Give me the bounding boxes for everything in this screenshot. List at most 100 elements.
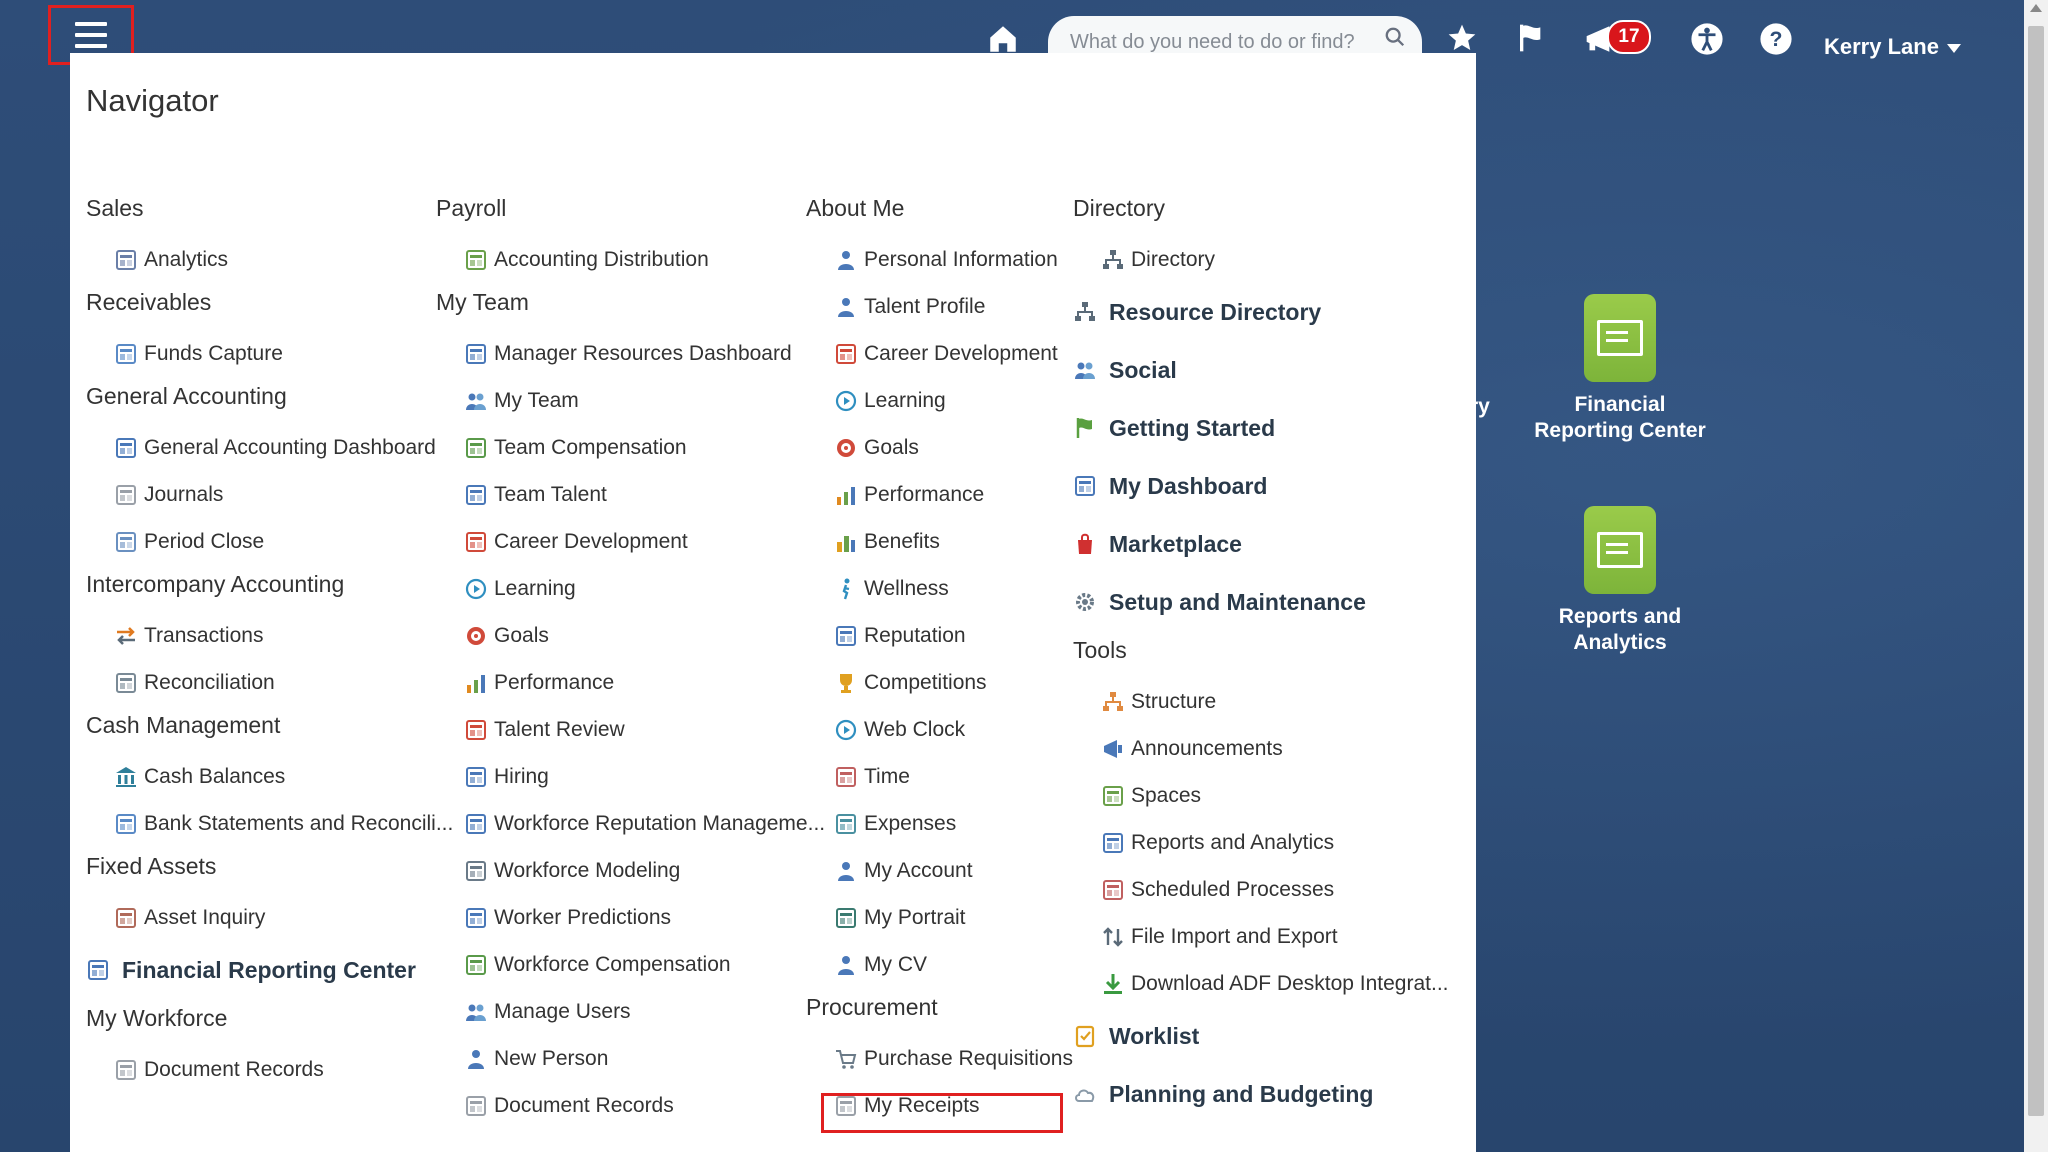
- nav-item-performance[interactable]: Performance: [436, 659, 825, 706]
- nav-item-document-records[interactable]: Document Records: [86, 1046, 453, 1093]
- nav-item-label: Manager Resources Dashboard: [494, 341, 792, 365]
- tile-financial-reporting-center[interactable]: Financial Reporting Center: [1530, 294, 1710, 444]
- help-icon[interactable]: ?: [1758, 22, 1794, 58]
- nav-item-reputation[interactable]: Reputation: [806, 612, 1073, 659]
- nav-item-performance[interactable]: Performance: [806, 471, 1073, 518]
- navigator-column-2: Payroll Accounting Distribution My Team Man…: [436, 189, 825, 1129]
- nav-item-talent-review[interactable]: Talent Review: [436, 706, 825, 753]
- nav-item-purchase-requisitions[interactable]: Purchase Requisitions: [806, 1035, 1073, 1082]
- nav-item-expenses[interactable]: Expenses: [806, 800, 1073, 847]
- accounting-distribution-icon: [464, 248, 488, 272]
- nav-item-personal-information[interactable]: Personal Information: [806, 236, 1073, 283]
- nav-group-heading: Cash Management: [86, 712, 281, 738]
- period-close-icon: [114, 530, 138, 554]
- document-icon: [464, 1094, 488, 1118]
- nav-item-worker-predictions[interactable]: Worker Predictions: [436, 894, 825, 941]
- nav-group-heading: Procurement: [806, 994, 938, 1020]
- scroll-up-arrow-icon[interactable]: [2030, 4, 2042, 12]
- nav-item-spaces[interactable]: Spaces: [1073, 772, 1449, 819]
- nav-item-career-development[interactable]: Career Development: [436, 518, 825, 565]
- nav-item-label: Getting Started: [1109, 414, 1276, 441]
- user-menu[interactable]: Kerry Lane: [1824, 34, 1961, 60]
- nav-item-learning[interactable]: Learning: [806, 377, 1073, 424]
- scroll-thumb[interactable]: [2028, 26, 2044, 1116]
- nav-item-structure[interactable]: Structure: [1073, 678, 1449, 725]
- search-input[interactable]: [1068, 30, 1372, 55]
- nav-item-team-talent[interactable]: Team Talent: [436, 471, 825, 518]
- nav-item-workforce-reputation-manageme[interactable]: Workforce Reputation Manageme...: [436, 800, 825, 847]
- search-icon[interactable]: [1384, 26, 1406, 48]
- nav-item-label: Talent Profile: [864, 294, 986, 318]
- nav-item-label: Goals: [864, 435, 919, 459]
- nav-item-setup-and-maintenance[interactable]: Setup and Maintenance: [1073, 573, 1449, 631]
- nav-item-announcements[interactable]: Announcements: [1073, 725, 1449, 772]
- nav-item-journals[interactable]: Journals: [86, 471, 453, 518]
- nav-item-period-close[interactable]: Period Close: [86, 518, 453, 565]
- nav-item-label: Learning: [864, 388, 946, 412]
- nav-item-transactions[interactable]: Transactions: [86, 612, 453, 659]
- nav-item-resource-directory[interactable]: Resource Directory: [1073, 283, 1449, 341]
- nav-item-my-portrait[interactable]: My Portrait: [806, 894, 1073, 941]
- nav-item-hiring[interactable]: Hiring: [436, 753, 825, 800]
- nav-item-my-team[interactable]: My Team: [436, 377, 825, 424]
- nav-item-reconciliation[interactable]: Reconciliation: [86, 659, 453, 706]
- nav-item-label: Marketplace: [1109, 530, 1242, 557]
- nav-item-label: Planning and Budgeting: [1109, 1080, 1374, 1107]
- nav-group-tools: Tools Structure Announcements Spaces Reports…: [1073, 631, 1449, 1007]
- page-scrollbar[interactable]: [2024, 0, 2048, 1152]
- nav-item-talent-profile[interactable]: Talent Profile: [806, 283, 1073, 330]
- nav-item-getting-started[interactable]: Getting Started: [1073, 399, 1449, 457]
- nav-group-directory: Directory Directory: [1073, 189, 1449, 283]
- nav-item-funds-capture[interactable]: Funds Capture: [86, 330, 453, 377]
- nav-item-scheduled-processes[interactable]: Scheduled Processes: [1073, 866, 1449, 913]
- nav-item-financial-reporting-center[interactable]: Financial Reporting Center: [86, 941, 453, 999]
- nav-item-workforce-modeling[interactable]: Workforce Modeling: [436, 847, 825, 894]
- nav-item-manager-resources-dashboard[interactable]: Manager Resources Dashboard: [436, 330, 825, 377]
- nav-item-document-records[interactable]: Document Records: [436, 1082, 825, 1129]
- nav-item-worklist[interactable]: Worklist: [1073, 1007, 1449, 1065]
- nav-item-file-import-and-export[interactable]: File Import and Export: [1073, 913, 1449, 960]
- hamburger-icon: [75, 22, 107, 48]
- nav-item-my-cv[interactable]: My CV: [806, 941, 1073, 988]
- nav-item-reports-and-analytics[interactable]: Reports and Analytics: [1073, 819, 1449, 866]
- dashboard-icon: [114, 436, 138, 460]
- nav-item-goals[interactable]: Goals: [806, 424, 1073, 471]
- nav-item-workforce-compensation[interactable]: Workforce Compensation: [436, 941, 825, 988]
- nav-item-label: Team Compensation: [494, 435, 687, 459]
- nav-item-directory[interactable]: Directory: [1073, 236, 1449, 283]
- nav-item-wellness[interactable]: Wellness: [806, 565, 1073, 612]
- notification-count-badge[interactable]: 17: [1607, 20, 1651, 54]
- nav-item-manage-users[interactable]: Manage Users: [436, 988, 825, 1035]
- nav-item-accounting-distribution[interactable]: Accounting Distribution: [436, 236, 825, 283]
- nav-item-my-account[interactable]: My Account: [806, 847, 1073, 894]
- nav-item-benefits[interactable]: Benefits: [806, 518, 1073, 565]
- nav-item-cash-balances[interactable]: Cash Balances: [86, 753, 453, 800]
- nav-item-marketplace[interactable]: Marketplace: [1073, 515, 1449, 573]
- nav-item-web-clock[interactable]: Web Clock: [806, 706, 1073, 753]
- nav-item-time[interactable]: Time: [806, 753, 1073, 800]
- calendar-icon: [1101, 878, 1125, 902]
- nav-item-general-accounting-dashboard[interactable]: General Accounting Dashboard: [86, 424, 453, 471]
- calendar-icon: [834, 765, 858, 789]
- nav-group-general-accounting: General Accounting General Accounting Das…: [86, 377, 453, 565]
- nav-group-payroll: Payroll Accounting Distribution: [436, 189, 825, 283]
- tile-reports-and-analytics[interactable]: Reports and Analytics: [1530, 506, 1710, 656]
- nav-item-bank-statements-and-reconcili[interactable]: Bank Statements and Reconcili...: [86, 800, 453, 847]
- nav-group-intercompany-accounting: Intercompany Accounting Transactions Recon…: [86, 565, 453, 706]
- nav-item-learning[interactable]: Learning: [436, 565, 825, 612]
- nav-item-planning-and-budgeting[interactable]: Planning and Budgeting: [1073, 1065, 1449, 1123]
- nav-item-goals[interactable]: Goals: [436, 612, 825, 659]
- career-icon: [834, 342, 858, 366]
- nav-item-team-compensation[interactable]: Team Compensation: [436, 424, 825, 471]
- nav-item-analytics[interactable]: Analytics: [86, 236, 453, 283]
- nav-item-career-development[interactable]: Career Development: [806, 330, 1073, 377]
- nav-item-new-person[interactable]: New Person: [436, 1035, 825, 1082]
- nav-item-competitions[interactable]: Competitions: [806, 659, 1073, 706]
- nav-item-asset-inquiry[interactable]: Asset Inquiry: [86, 894, 453, 941]
- nav-item-social[interactable]: Social: [1073, 341, 1449, 399]
- org-chart-icon: [1073, 300, 1097, 324]
- nav-item-my-dashboard[interactable]: My Dashboard: [1073, 457, 1449, 515]
- flag-icon[interactable]: [1513, 22, 1549, 58]
- nav-item-download-adf-desktop-integrat[interactable]: Download ADF Desktop Integrat...: [1073, 960, 1449, 1007]
- accessibility-icon[interactable]: [1689, 22, 1725, 58]
